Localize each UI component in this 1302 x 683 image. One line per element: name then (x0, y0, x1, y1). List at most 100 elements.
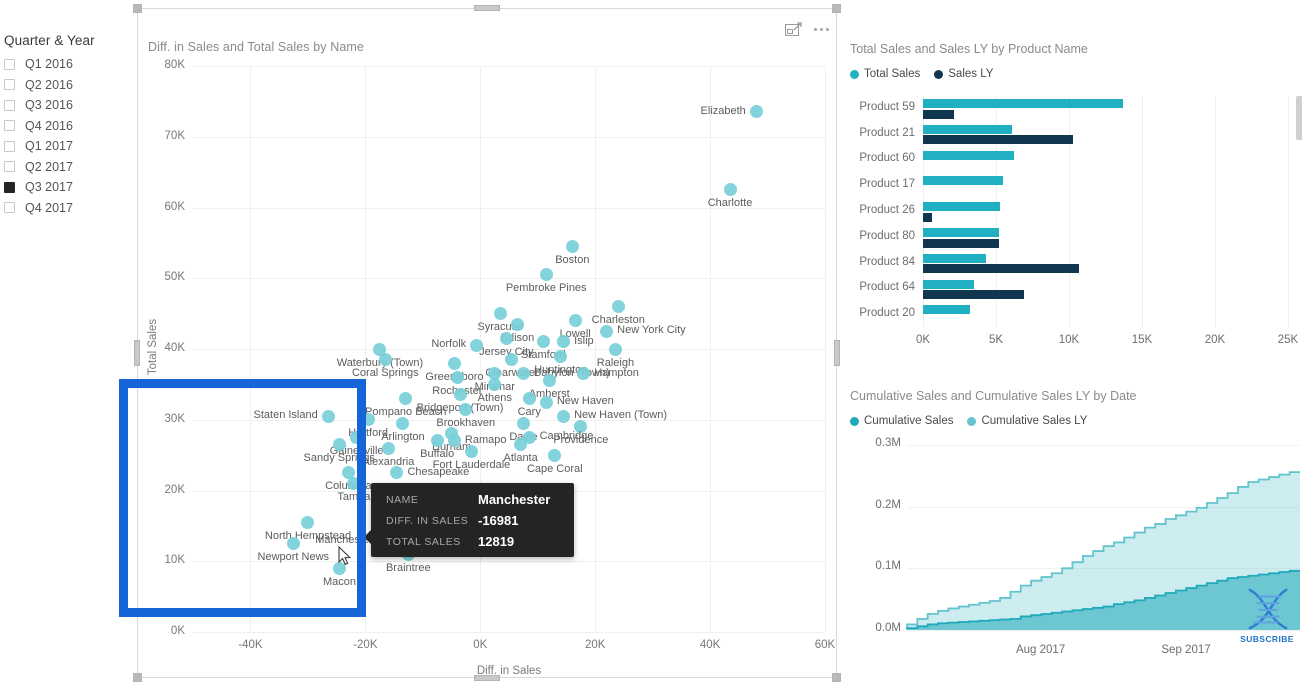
scatter-point[interactable] (390, 466, 404, 480)
resize-handle-top-left[interactable] (133, 4, 142, 13)
slicer-item-label: Q1 2016 (25, 57, 73, 72)
x-axis-tick-label: 0K (915, 334, 931, 346)
scatter-point[interactable] (557, 335, 571, 349)
scatter-point[interactable] (723, 183, 737, 197)
scatter-point[interactable] (516, 416, 530, 430)
bar-total-sales[interactable] (923, 279, 975, 289)
bar-sales-ly[interactable] (923, 290, 1024, 300)
slicer-item-label: Q2 2017 (25, 159, 73, 174)
slicer-item-q4-2017[interactable]: Q4 2017 (4, 198, 130, 219)
quarter-year-slicer[interactable]: Quarter & Year Q1 2016 Q2 2016 Q3 2016 Q4 2… (0, 33, 130, 218)
scatter-point[interactable] (522, 392, 536, 406)
bar-total-sales[interactable] (923, 150, 1014, 160)
bar-sales-ly[interactable] (923, 135, 1074, 145)
scatter-point[interactable] (450, 370, 464, 384)
scatter-point-label: Chesapeake (407, 465, 470, 478)
scatter-point[interactable] (381, 441, 395, 455)
scatter-point-label: Braintree (385, 561, 431, 574)
bar-total-sales[interactable] (923, 202, 1001, 212)
scatter-point[interactable] (548, 448, 562, 462)
scatter-point[interactable] (396, 416, 410, 430)
slicer-checkbox[interactable] (4, 161, 15, 173)
x-axis-tick-label: 0K (473, 639, 488, 651)
scatter-point[interactable] (333, 438, 346, 451)
bar-category-label: Product 64 (859, 281, 915, 294)
resize-handle-right[interactable] (834, 340, 840, 366)
scatter-point[interactable] (554, 349, 568, 363)
slicer-checkbox[interactable] (4, 120, 15, 132)
slicer-item-q1-2016[interactable]: Q1 2016 (4, 54, 130, 75)
slicer-item-q2-2016[interactable]: Q2 2016 (4, 75, 130, 96)
resize-handle-top-right[interactable] (832, 4, 841, 13)
slicer-item-list: Q1 2016 Q2 2016 Q3 2016 Q4 2016 Q1 2017 Q2 20… (0, 54, 130, 218)
scatter-point[interactable] (557, 409, 571, 423)
scatter-point[interactable] (488, 377, 502, 391)
scatter-point[interactable] (453, 388, 467, 402)
slicer-item-q3-2017[interactable]: Q3 2017 (4, 177, 130, 198)
slicer-item-q1-2017[interactable]: Q1 2017 (4, 136, 130, 157)
tooltip-total-key: TOTAL SALES (386, 535, 461, 548)
bar-sales-ly[interactable] (923, 238, 999, 248)
slicer-item-label: Q4 2016 (25, 118, 73, 133)
bar-sales-ly[interactable] (923, 264, 1080, 274)
scatter-point[interactable] (499, 331, 513, 345)
scatter-point-label: Coral Springs (351, 367, 419, 380)
scatter-point[interactable] (600, 324, 614, 338)
scatter-point[interactable] (511, 317, 525, 331)
scatter-point[interactable] (611, 300, 625, 314)
y-axis-tick-label: 80K (164, 59, 185, 71)
bar-plot-area[interactable]: 0K 5K 10K 15K 20K 25K Product 59 Product 21 Prod… (845, 38, 1302, 363)
scatter-point[interactable] (301, 515, 315, 529)
scatter-point[interactable] (350, 430, 364, 444)
scatter-point[interactable] (539, 268, 553, 282)
resize-handle-bottom[interactable] (474, 675, 500, 681)
bar-total-sales[interactable] (923, 305, 970, 315)
resize-handle-bottom-right[interactable] (832, 673, 841, 682)
resize-handle-bottom-left[interactable] (133, 673, 142, 682)
scatter-point[interactable] (749, 105, 763, 119)
scatter-point[interactable] (536, 335, 550, 349)
bar-total-sales[interactable] (923, 176, 1004, 186)
scatter-point[interactable] (608, 342, 622, 356)
bar-total-sales[interactable] (923, 124, 1013, 134)
slicer-checkbox[interactable] (4, 99, 15, 111)
scatter-chart-visual[interactable]: Diff. in Sales and Total Sales by Name 0… (133, 4, 841, 682)
scatter-point[interactable] (568, 314, 582, 328)
scatter-point[interactable] (447, 356, 461, 370)
bar-sales-ly[interactable] (923, 109, 954, 119)
resize-handle-left[interactable] (134, 340, 140, 366)
scatter-point[interactable] (465, 445, 479, 459)
scatter-point-label: New York City (617, 324, 686, 337)
slicer-item-q2-2017[interactable]: Q2 2017 (4, 157, 130, 178)
slicer-checkbox[interactable] (4, 79, 15, 91)
slicer-checkbox[interactable] (4, 140, 15, 152)
bar-chart-scrollbar[interactable] (1296, 96, 1302, 140)
bar-total-sales[interactable] (923, 253, 986, 263)
scatter-point[interactable] (361, 413, 375, 427)
scatter-point[interactable] (513, 438, 527, 451)
slicer-item-q4-2016[interactable]: Q4 2016 (4, 116, 130, 137)
slicer-item-label: Q3 2016 (25, 98, 73, 113)
slicer-checkbox[interactable] (4, 58, 15, 70)
bar-chart-visual[interactable]: Total Sales and Sales LY by Product Name… (845, 38, 1302, 363)
slicer-checkbox[interactable] (4, 181, 15, 193)
scatter-point[interactable] (542, 374, 556, 388)
scatter-point[interactable] (493, 307, 507, 321)
scatter-point[interactable] (505, 353, 519, 367)
scatter-point[interactable] (565, 239, 579, 253)
scatter-point[interactable] (287, 537, 301, 551)
scatter-point[interactable] (539, 395, 553, 409)
scatter-point[interactable] (378, 353, 392, 367)
bar-total-sales[interactable] (923, 228, 999, 238)
bar-category-label: Product 84 (859, 255, 915, 268)
resize-handle-top[interactable] (474, 5, 500, 11)
scatter-point[interactable] (459, 402, 473, 416)
scatter-plot-area[interactable]: 0K 10K 20K 30K 40K 50K 60K 70K 80K -40K -20K 0K 20K 4… (137, 8, 837, 678)
scatter-point[interactable] (399, 392, 413, 406)
scatter-point[interactable] (321, 409, 335, 423)
bar-sales-ly[interactable] (923, 212, 932, 222)
slicer-item-q3-2016[interactable]: Q3 2016 (4, 95, 130, 116)
tooltip-pointer (364, 529, 372, 545)
bar-total-sales[interactable] (923, 99, 1124, 109)
slicer-checkbox[interactable] (4, 202, 15, 214)
